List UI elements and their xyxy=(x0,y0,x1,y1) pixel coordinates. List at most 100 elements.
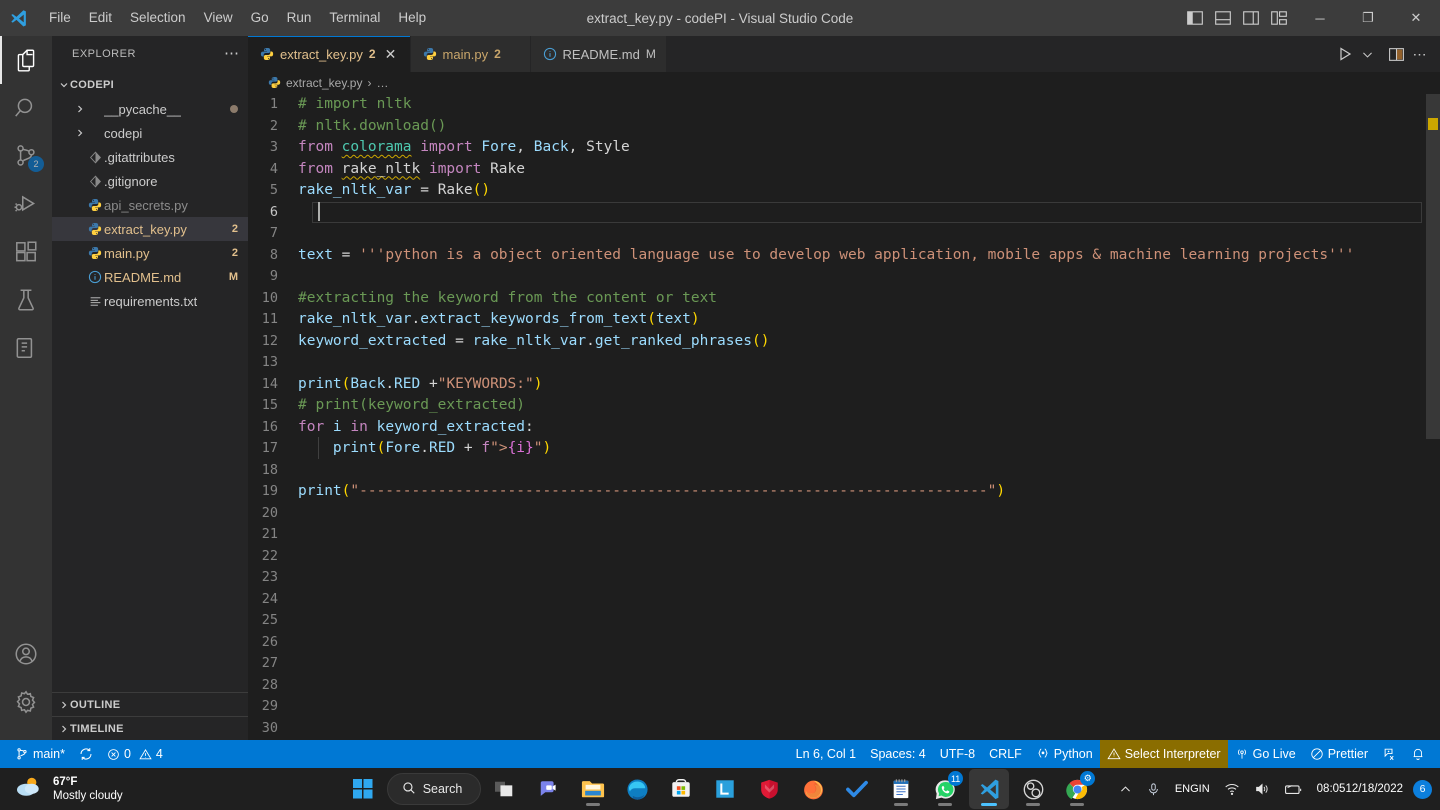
toggle-secondary-sidebar-icon[interactable] xyxy=(1242,9,1260,27)
sidebar-section-timeline[interactable]: TIMELINE xyxy=(52,716,248,740)
taskbar-linkedin[interactable] xyxy=(705,769,745,809)
tree-item-codepi[interactable]: codepi xyxy=(52,121,248,145)
close-button[interactable]: ✕ xyxy=(1392,0,1440,36)
tab-readme-md[interactable]: README.md M xyxy=(530,36,667,72)
tab-main-py[interactable]: main.py 2 xyxy=(410,36,531,72)
code-line[interactable]: 21 xyxy=(248,524,1440,546)
code-line[interactable]: 16 for i in keyword_extracted: xyxy=(248,417,1440,439)
run-python-file-button[interactable] xyxy=(1337,46,1353,62)
menu-help[interactable]: Help xyxy=(389,0,435,36)
status-sync[interactable] xyxy=(72,740,100,768)
code-line[interactable]: 15 # print(keyword_extracted) xyxy=(248,395,1440,417)
activitybar-explorer[interactable] xyxy=(0,36,52,84)
split-editor-icon[interactable] xyxy=(1388,46,1405,63)
code-line[interactable]: 8 text = '''python is a object oriented l… xyxy=(248,245,1440,267)
code-line[interactable]: 27 xyxy=(248,653,1440,675)
taskbar-whatsapp[interactable]: 11 xyxy=(925,769,965,809)
code-line[interactable]: 24 xyxy=(248,589,1440,611)
activitybar-run-and-debug[interactable] xyxy=(0,180,52,228)
status-eol[interactable]: CRLF xyxy=(982,740,1029,768)
code-line[interactable]: 10 #extracting the keyword from the conte… xyxy=(248,288,1440,310)
editor-more-actions-icon[interactable]: ⋯ xyxy=(1413,47,1429,61)
maximize-button[interactable]: ❐ xyxy=(1344,0,1392,36)
taskbar-microsoft-teams[interactable] xyxy=(529,769,569,809)
taskbar-google-chrome[interactable]: ⚙ xyxy=(1057,769,1097,809)
taskbar-mcafee[interactable] xyxy=(749,769,789,809)
code-line[interactable]: 3 from colorama import Fore, Back, Style xyxy=(248,137,1440,159)
code-line[interactable]: 5 rake_nltk_var = Rake() xyxy=(248,180,1440,202)
sidebar-section-outline[interactable]: OUTLINE xyxy=(52,692,248,716)
menu-terminal[interactable]: Terminal xyxy=(320,0,389,36)
tree-item-readme-md[interactable]: README.md M xyxy=(52,265,248,289)
taskbar-microsoft-store[interactable] xyxy=(661,769,701,809)
tray-notification-badge[interactable]: 6 xyxy=(1413,779,1432,799)
status-live-share[interactable] xyxy=(1375,740,1404,768)
status-indentation[interactable]: Spaces: 4 xyxy=(863,740,933,768)
activitybar-source-control[interactable]: 2 xyxy=(0,132,52,180)
code-line[interactable]: 26 xyxy=(248,632,1440,654)
menu-view[interactable]: View xyxy=(195,0,242,36)
status-encoding[interactable]: UTF-8 xyxy=(933,740,982,768)
tree-item-extract-key-py[interactable]: extract_key.py 2 xyxy=(52,217,248,241)
taskbar-notepad[interactable] xyxy=(881,769,921,809)
tree-item-pycache[interactable]: __pycache__ xyxy=(52,97,248,121)
minimize-button[interactable]: ─ xyxy=(1296,0,1344,36)
code-editor[interactable]: 1 # import nltk 2 # nltk.download() 3 from co… xyxy=(248,94,1440,740)
activitybar-settings[interactable] xyxy=(0,678,52,726)
taskbar-firefox[interactable] xyxy=(793,769,833,809)
tray-overflow-chevron-up-icon[interactable] xyxy=(1113,772,1138,806)
code-line[interactable]: 1 # import nltk xyxy=(248,94,1440,116)
code-line[interactable]: 14 print(Back.RED +"KEYWORDS:") xyxy=(248,374,1440,396)
status-branch[interactable]: main* xyxy=(8,740,72,768)
toggle-panel-icon[interactable] xyxy=(1214,9,1232,27)
code-line[interactable]: 17 print(Fore.RED + f">{i}") xyxy=(248,438,1440,460)
taskbar-search-button[interactable]: Search xyxy=(386,773,482,805)
status-problems[interactable]: 0 4 xyxy=(100,740,170,768)
taskbar-visual-studio-code[interactable] xyxy=(969,769,1010,809)
status-notifications-bell[interactable] xyxy=(1404,740,1432,768)
code-line[interactable]: 9 xyxy=(248,266,1440,288)
activitybar-accounts[interactable] xyxy=(0,630,52,678)
code-line[interactable]: 23 xyxy=(248,567,1440,589)
tree-item-api-secrets-py[interactable]: api_secrets.py xyxy=(52,193,248,217)
taskbar-microsoft-edge[interactable] xyxy=(617,769,657,809)
activitybar-extensions[interactable] xyxy=(0,228,52,276)
tree-item-gitattributes[interactable]: .gitattributes xyxy=(52,145,248,169)
menu-run[interactable]: Run xyxy=(278,0,321,36)
explorer-more-actions-icon[interactable]: ⋯ xyxy=(224,46,240,61)
tray-speaker-icon[interactable] xyxy=(1248,772,1276,806)
menu-selection[interactable]: Selection xyxy=(121,0,195,36)
code-content[interactable]: 1 # import nltk 2 # nltk.download() 3 from co… xyxy=(248,94,1440,739)
customize-layout-icon[interactable] xyxy=(1270,9,1288,27)
breadcrumb-tail[interactable]: … xyxy=(376,76,388,90)
code-line[interactable]: 2 # nltk.download() xyxy=(248,116,1440,138)
code-line[interactable]: 29 xyxy=(248,696,1440,718)
taskbar-obs-studio[interactable] xyxy=(1013,769,1053,809)
taskbar-file-explorer[interactable] xyxy=(573,769,613,809)
code-line[interactable]: 13 xyxy=(248,352,1440,374)
toggle-primary-sidebar-icon[interactable] xyxy=(1186,9,1204,27)
taskbar-todoist[interactable] xyxy=(837,769,877,809)
code-line[interactable]: 18 xyxy=(248,460,1440,482)
code-line[interactable]: 7 xyxy=(248,223,1440,245)
tab-extract-key-py[interactable]: extract_key.py 2 ✕ xyxy=(248,36,411,72)
activitybar-testing[interactable] xyxy=(0,276,52,324)
status-prettier[interactable]: Prettier xyxy=(1303,740,1375,768)
tray-clock[interactable]: 08:05 12/18/2022 xyxy=(1311,772,1409,806)
tab-close-icon[interactable]: ✕ xyxy=(382,45,400,63)
code-line[interactable]: 30 xyxy=(248,718,1440,740)
tray-wifi-icon[interactable] xyxy=(1218,772,1246,806)
status-cursor-position[interactable]: Ln 6, Col 1 xyxy=(789,740,863,768)
activitybar-search[interactable] xyxy=(0,84,52,132)
code-line[interactable]: 25 xyxy=(248,610,1440,632)
scrollbar-thumb[interactable] xyxy=(1426,94,1440,439)
status-language-mode[interactable]: Python xyxy=(1029,740,1100,768)
editor-vertical-scrollbar[interactable] xyxy=(1426,94,1440,740)
chevron-down-icon[interactable] xyxy=(1361,48,1374,61)
code-line[interactable]: 22 xyxy=(248,546,1440,568)
taskbar-task-view[interactable] xyxy=(485,769,525,809)
code-line[interactable]: 28 xyxy=(248,675,1440,697)
code-line[interactable]: 19 print("-------------------------------… xyxy=(248,481,1440,503)
code-line[interactable]: 11 rake_nltk_var.extract_keywords_from_te… xyxy=(248,309,1440,331)
tree-item-requirements-txt[interactable]: requirements.txt xyxy=(52,289,248,313)
